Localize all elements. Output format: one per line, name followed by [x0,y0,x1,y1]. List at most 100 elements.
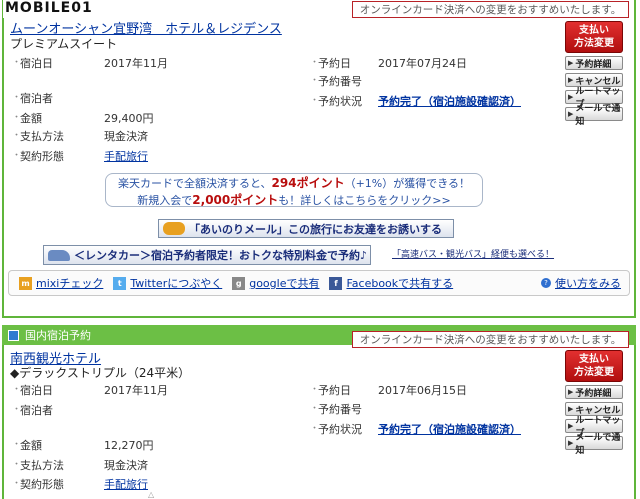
reservation-number-label: 予約番号 [318,403,362,416]
promo-line-1: 楽天カードで全額決済すると、294ポイント（+1%）が獲得できる！ [106,175,482,192]
reservation-status-link[interactable]: 予約完了（宿泊施設確認済） [378,421,521,437]
promo-text: も！詳しくはこちらをクリック>> [278,194,451,207]
pay-recommend-banner-2[interactable]: オンラインカード決済への変更をおすすめいたします。 [352,331,629,348]
reservation-date-value: 2017年07月24日 [378,57,467,70]
bullet-icon: ・ [310,385,320,395]
change-payment-line2: 方法変更 [574,367,614,378]
payment-method-row-2: ・ 支払方法 現金決済 [12,457,148,473]
reservation-detail-button[interactable]: ▶ 予約詳細 [565,385,623,399]
reservation-detail-button[interactable]: ▶ 予約詳細 [565,56,623,70]
twitter-share[interactable]: t Twitterにつぶやく [113,275,222,291]
reservation-status-label: 予約状況 [318,423,362,436]
section-title: 国内宿泊予約 [25,329,91,342]
bullet-icon: ・ [12,113,22,123]
action-buttons-1: 支払い 方法変更 ▶ 予約詳細 ▶ キャンセル ▶ ルートマップ ▶ メールで通知 [565,21,623,127]
reservation-number-row: ・ 予約番号 [310,73,378,89]
mail-notify-button[interactable]: ▶ メールで通知 [565,104,623,127]
stay-date-value: 2017年11月 [104,57,168,70]
site-logo: MOBILE01 [3,0,95,18]
room-type: プレミアムスイート [10,37,118,51]
guest-label: 宿泊者 [20,404,53,417]
invite-friends-button[interactable]: 「あいのりメール」この旅行にお友達をお誘いする [158,219,454,238]
stay-date-value: 2017年11月 [104,384,168,397]
howto-link[interactable]: ? 使い方をみる [541,275,621,291]
detail-label: 予約詳細 [575,388,612,399]
reservation-date-label: 予約日 [318,384,351,397]
detail-label: 予約詳細 [575,59,612,70]
bullet-icon: ・ [310,424,320,434]
action-buttons-2: 支払い 方法変更 ▶ 予約詳細 ▶ キャンセル ▶ ルートマップ ▶ メールで通知 [565,350,623,456]
reservation-date-label: 予約日 [318,57,351,70]
triangle-right-icon: ▶ [568,76,574,84]
mixi-icon: m [19,276,32,290]
reservation-status-row-2: ・ 予約状況 予約完了（宿泊施設確認済） [310,421,521,437]
caret-up-icon: △ [148,490,155,499]
car-icon [48,249,70,261]
triangle-right-icon: ▶ [568,405,574,413]
bullet-icon: ・ [12,58,22,68]
contract-link[interactable]: 手配旅行 [104,476,148,492]
mixi-label: mixiチェック [36,277,104,290]
mail-label: メールで通知 [575,433,621,456]
share-bar: m mixiチェック t Twitterにつぶやく g googleで共有 f … [8,270,630,296]
reservation-date-row-2: ・ 予約日 2017年06月15日 [310,382,467,398]
promo-bonus: 2,000ポイント [192,193,279,207]
change-payment-button[interactable]: 支払い 方法変更 [565,350,623,382]
bullet-icon: ・ [12,440,22,450]
payment-method-row: ・ 支払方法 現金決済 [12,128,148,144]
bullet-icon: ・ [12,93,22,103]
bullet-icon: ・ [12,151,22,161]
bullet-icon: ・ [310,404,320,414]
people-icon [163,222,185,235]
contract-label: 契約形態 [20,478,64,491]
google-label: googleで共有 [249,277,320,290]
reservation-number-row-2: ・ 予約番号 [310,401,378,417]
promo-points: 294ポイント [271,176,345,190]
change-payment-line1: 支払い [579,25,609,36]
amount-label: 金額 [20,439,42,452]
bullet-icon: ・ [12,405,22,415]
google-share[interactable]: g googleで共有 [232,275,319,291]
contract-row: ・ 契約形態 手配旅行 [12,148,148,164]
amount-label: 金額 [20,112,42,125]
rental-car-button[interactable]: ＜レンタカー＞宿泊予約者限定！おトクな特別料金で予約♪ [43,245,371,265]
mail-label: メールで通知 [575,104,621,127]
bullet-icon: ・ [12,460,22,470]
stay-date-label: 宿泊日 [20,57,53,70]
triangle-right-icon: ▶ [568,110,574,118]
triangle-right-icon: ▶ [568,388,574,396]
question-icon: ? [541,278,551,288]
guest-row: ・ 宿泊者 [12,90,104,106]
promo-line-2: 新規入会で2,000ポイントも！詳しくはこちらをクリック>> [106,192,482,209]
bus-link[interactable]: 「高速バス・観光バス」経便も選べる！ [392,247,554,260]
mail-notify-button[interactable]: ▶ メールで通知 [565,433,623,456]
google-icon: g [232,276,246,290]
payment-method-label: 支払方法 [20,130,64,143]
triangle-right-icon: ▶ [568,93,574,101]
change-payment-line2: 方法変更 [574,38,614,49]
guest-label: 宿泊者 [20,92,53,105]
amount-value: 29,400円 [104,112,154,125]
bullet-icon: ・ [310,96,320,106]
reservation-status-link[interactable]: 予約完了（宿泊施設確認済） [378,93,521,109]
howto-label: 使い方をみる [555,277,621,290]
promo-text: 新規入会で [137,194,193,207]
payment-method-value: 現金決済 [104,459,148,472]
contract-link[interactable]: 手配旅行 [104,148,148,164]
bullet-icon: ・ [12,479,22,489]
pay-recommend-banner[interactable]: オンラインカード決済への変更をおすすめいたします。 [352,1,629,18]
change-payment-line1: 支払い [579,354,609,365]
triangle-right-icon: ▶ [568,59,574,67]
facebook-share[interactable]: f Facebookで共有する [329,275,453,291]
rakuten-card-promo[interactable]: 楽天カードで全額決済すると、294ポイント（+1%）が獲得できる！ 新規入会で2… [105,173,483,207]
reservation-number-label: 予約番号 [318,75,362,88]
bullet-icon: ・ [12,385,22,395]
mixi-share[interactable]: m mixiチェック [19,275,103,291]
twitter-icon: t [113,276,127,290]
stay-date-row: ・ 宿泊日 2017年11月 [12,55,168,71]
invite-friends-label: 「あいのりメール」この旅行にお友達をお誘いする [189,222,442,236]
bullet-icon: ・ [310,58,320,68]
reservation-date-row: ・ 予約日 2017年07月24日 [310,55,467,71]
change-payment-button[interactable]: 支払い 方法変更 [565,21,623,53]
rental-car-label: ＜レンタカー＞宿泊予約者限定！おトクな特別料金で予約♪ [74,249,368,262]
